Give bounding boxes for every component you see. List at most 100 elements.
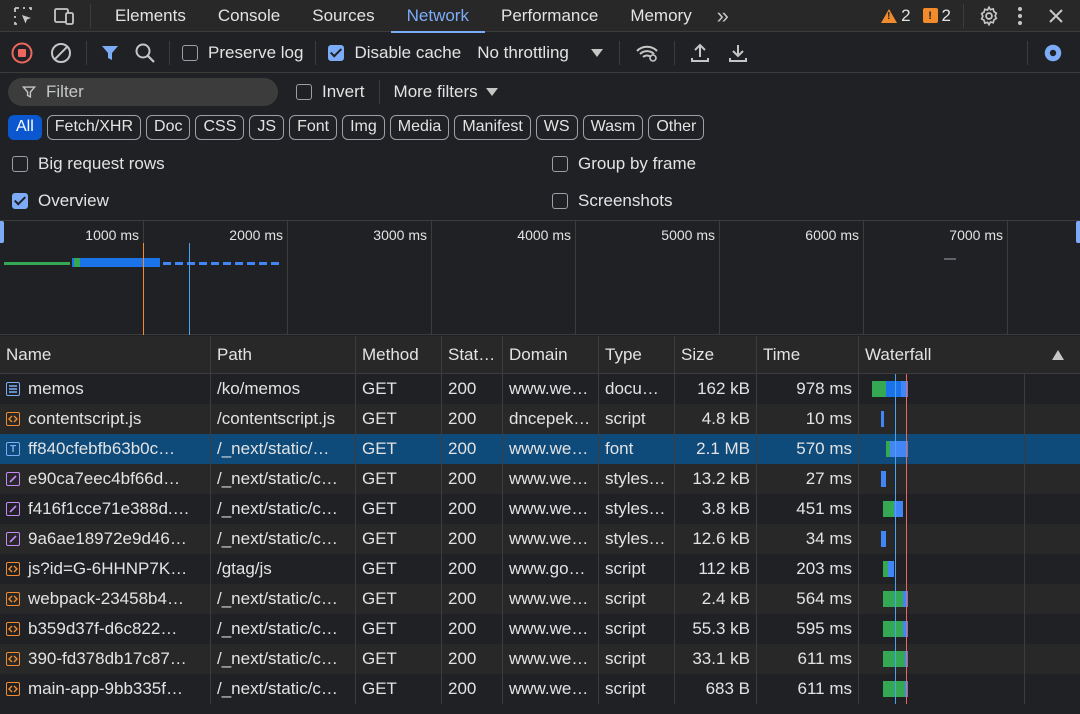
disable-cache-checkbox[interactable] <box>328 44 345 61</box>
cell-time: 564 ms <box>757 584 859 614</box>
overview-right-handle[interactable] <box>1076 221 1080 243</box>
sort-ascending-icon[interactable] <box>1052 345 1064 365</box>
tab-sources[interactable]: Sources <box>296 0 390 32</box>
column-header-method[interactable]: Method <box>356 336 442 373</box>
table-row[interactable]: Tff840cfebfb63b0c… /_next/static/… GET 200 w… <box>0 434 1080 464</box>
cell-domain: www.we… <box>503 494 599 524</box>
cell-path: /_next/static/c… <box>211 494 356 524</box>
overview-left-handle[interactable] <box>0 221 4 243</box>
tab-elements[interactable]: Elements <box>99 0 202 32</box>
table-row[interactable]: 390-fd378db17c87… /_next/static/c… GET 200 w… <box>0 644 1080 674</box>
more-filters-arrow-icon[interactable] <box>485 88 498 96</box>
type-filter-all[interactable]: All <box>8 114 42 140</box>
table-row[interactable]: e90ca7eec4bf66d… /_next/static/c… GET 200 ww… <box>0 464 1080 494</box>
tab-performance[interactable]: Performance <box>485 0 614 32</box>
type-filter-other[interactable]: Other <box>648 114 705 140</box>
cell-time-text: 570 ms <box>796 439 852 458</box>
type-filter-manifest[interactable]: Manifest <box>454 114 531 140</box>
warnings-badge[interactable]: 2 <box>881 6 911 26</box>
column-header-name[interactable]: Name <box>0 336 211 373</box>
filter-input[interactable]: Filter <box>8 78 278 106</box>
import-har-icon[interactable] <box>687 43 713 63</box>
load-event-line <box>895 554 896 584</box>
issues-badge[interactable]: ! 2 <box>922 6 951 26</box>
stop-recording-icon[interactable] <box>0 42 44 64</box>
more-filters-button[interactable]: More filters <box>394 82 478 102</box>
cell-time: 611 ms <box>757 674 859 704</box>
more-tabs-icon[interactable]: » <box>708 3 738 29</box>
type-filter-js[interactable]: JS <box>249 114 285 140</box>
preserve-log-checkbox[interactable] <box>182 44 198 61</box>
table-row[interactable]: f416f1cce71e388d.… /_next/static/c… GET 200… <box>0 494 1080 524</box>
type-filter-font[interactable]: Font <box>289 114 338 140</box>
column-header-size[interactable]: Size <box>675 336 757 373</box>
overview-gridline <box>719 221 720 334</box>
invert-checkbox[interactable] <box>296 84 312 100</box>
overview-timeline[interactable]: 1000 ms 2000 ms 3000 ms 4000 ms 5000 ms 6000 … <box>0 220 1080 335</box>
cell-waterfall <box>859 464 1080 494</box>
column-header-type[interactable]: Type <box>599 336 675 373</box>
cell-time-text: 451 ms <box>796 499 852 518</box>
search-icon[interactable] <box>125 42 165 64</box>
type-filter-fetch-xhr[interactable]: Fetch/XHR <box>46 114 142 140</box>
table-row[interactable]: js?id=G-6HHNP7K… /gtag/js GET 200 www.go… scr… <box>0 554 1080 584</box>
overview-tick-label: 4000 ms <box>517 227 571 243</box>
type-filter-doc[interactable]: Doc <box>146 114 191 140</box>
tab-memory[interactable]: Memory <box>614 0 707 32</box>
type-filter-wasm[interactable]: Wasm <box>582 114 644 140</box>
group-by-frame-checkbox[interactable] <box>552 156 568 172</box>
type-filter-css[interactable]: CSS <box>195 114 245 140</box>
cell-path-text: /contentscript.js <box>217 409 336 428</box>
finish-line <box>906 404 907 434</box>
network-conditions-wifi-icon[interactable] <box>632 43 662 63</box>
overview-tick-label: 6000 ms <box>805 227 859 243</box>
cell-path-text: /gtag/js <box>217 559 272 578</box>
settings-gear-icon[interactable] <box>976 5 1002 27</box>
cell-waterfall <box>859 584 1080 614</box>
waterfall-gridline <box>1024 434 1025 464</box>
cell-size: 112 kB <box>675 554 757 584</box>
kebab-menu-icon[interactable] <box>1002 6 1038 26</box>
cell-path: /gtag/js <box>211 554 356 584</box>
type-filter-ws[interactable]: WS <box>535 114 578 140</box>
screenshots-checkbox[interactable] <box>552 193 568 209</box>
cell-name-text: e90ca7eec4bf66d… <box>28 469 181 488</box>
cell-size-text: 2.4 kB <box>701 589 750 608</box>
disable-cache-label: Disable cache <box>354 42 462 62</box>
tab-console[interactable]: Console <box>202 0 296 32</box>
inspect-element-icon[interactable] <box>0 0 46 32</box>
overview-gridline <box>287 221 288 334</box>
cell-domain-text: www.go… <box>509 559 586 578</box>
cell-type-text: docu… <box>605 379 659 398</box>
type-filter-media[interactable]: Media <box>389 114 450 140</box>
column-header-time[interactable]: Time <box>757 336 859 373</box>
throttling-select[interactable]: No throttling <box>477 43 569 63</box>
overview-checkbox[interactable] <box>12 193 28 209</box>
type-filter-img[interactable]: Img <box>342 114 385 140</box>
cell-time: 27 ms <box>757 464 859 494</box>
tab-network[interactable]: Network <box>390 0 486 33</box>
table-row[interactable]: contentscript.js/contentscript.js GET 200 d… <box>0 404 1080 434</box>
filter-funnel-icon[interactable] <box>95 43 125 63</box>
cell-domain: www.we… <box>503 614 599 644</box>
column-header-wf[interactable]: Waterfall <box>859 336 1080 373</box>
table-row[interactable]: b359d37f-d6c822… /_next/static/c… GET 200 ww… <box>0 614 1080 644</box>
export-har-icon[interactable] <box>725 43 751 63</box>
big-request-rows-checkbox[interactable] <box>12 156 28 172</box>
device-toolbar-icon[interactable] <box>46 0 82 32</box>
close-icon[interactable] <box>1038 8 1074 24</box>
table-row[interactable]: main-app-9bb335f… /_next/static/c… GET 200 w… <box>0 674 1080 704</box>
table-row[interactable]: webpack-23458b4… /_next/static/c… GET 200 ww… <box>0 584 1080 614</box>
table-row[interactable]: 9a6ae18972e9d46… /_next/static/c… GET 200 ww… <box>0 524 1080 554</box>
clear-icon[interactable] <box>44 42 78 64</box>
network-settings-gear-icon[interactable] <box>1040 42 1066 64</box>
column-header-status[interactable]: Stat… <box>442 336 503 373</box>
load-event-line <box>895 614 896 644</box>
column-header-domain[interactable]: Domain <box>503 336 599 373</box>
column-header-path[interactable]: Path <box>211 336 356 373</box>
cell-domain: www.we… <box>503 584 599 614</box>
overview-tick-label: 1000 ms <box>85 227 139 243</box>
dropdown-arrow-icon[interactable] <box>590 48 603 57</box>
script-file-icon <box>6 652 20 666</box>
table-row[interactable]: memos/ko/memos GET 200 www.we… docu… 162 kB 97… <box>0 374 1080 404</box>
